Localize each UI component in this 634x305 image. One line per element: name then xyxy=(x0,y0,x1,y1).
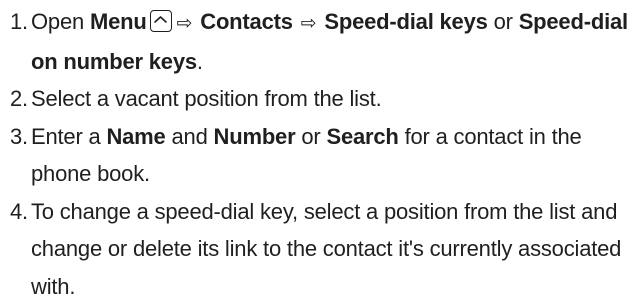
step-number: 1. xyxy=(10,3,31,41)
period: . xyxy=(197,49,203,74)
or-text: or xyxy=(494,9,513,34)
step-number: 2. xyxy=(10,80,31,118)
step-number: 4. xyxy=(10,193,31,231)
step-text: Enter a Name and Number or Search for a … xyxy=(31,118,630,193)
step-1: 1. Open Menu ⇨ Contacts ⇨ Speed-dial keys… xyxy=(10,3,630,80)
and-text: and xyxy=(172,124,208,149)
step-2: 2. Select a vacant position from the lis… xyxy=(10,80,630,118)
instruction-list: 1. Open Menu ⇨ Contacts ⇨ Speed-dial keys… xyxy=(10,3,630,305)
menu-label: Menu xyxy=(90,9,147,34)
step-text: Open Menu ⇨ Contacts ⇨ Speed-dial keys or… xyxy=(31,3,630,80)
name-label: Name xyxy=(106,124,165,149)
step-text: To change a speed-dial key, select a pos… xyxy=(31,193,630,305)
speed-dial-keys-label: Speed-dial keys xyxy=(324,9,487,34)
step-number: 3. xyxy=(10,118,31,156)
arrow-icon: ⇨ xyxy=(177,5,193,43)
open-text: Open xyxy=(31,9,84,34)
step-text: Select a vacant position from the list. xyxy=(31,80,630,118)
step-4: 4. To change a speed-dial key, select a … xyxy=(10,193,630,305)
contacts-label: Contacts xyxy=(200,9,293,34)
search-label: Search xyxy=(326,124,398,149)
or-text: or xyxy=(301,124,320,149)
menu-key-icon xyxy=(150,10,172,32)
enter-text: Enter a xyxy=(31,124,101,149)
number-label: Number xyxy=(214,124,296,149)
arrow-icon: ⇨ xyxy=(301,5,317,43)
step-3: 3. Enter a Name and Number or Search for… xyxy=(10,118,630,193)
